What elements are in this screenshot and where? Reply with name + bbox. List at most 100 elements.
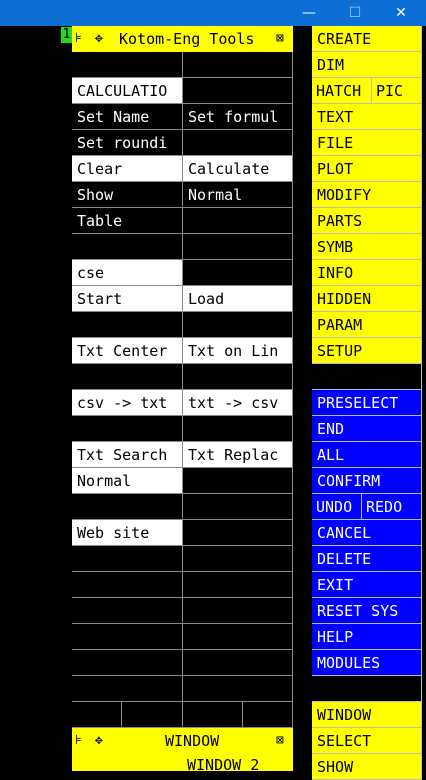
right-edge bbox=[422, 26, 426, 771]
tool-cell[interactable]: txt -> csv bbox=[183, 390, 293, 416]
tool-cell[interactable] bbox=[72, 312, 183, 338]
tool-cell[interactable] bbox=[183, 130, 293, 156]
menu-item-delete[interactable]: DELETE bbox=[312, 546, 422, 572]
tool-cell[interactable]: Calculate bbox=[183, 156, 293, 182]
tool-cell[interactable]: Txt Replac bbox=[183, 442, 293, 468]
tool-cell[interactable] bbox=[72, 364, 183, 390]
menu-item-hidden[interactable]: HIDDEN bbox=[312, 286, 422, 312]
menu-item-confirm[interactable]: CONFIRM bbox=[312, 468, 422, 494]
tool-cell[interactable] bbox=[72, 598, 183, 624]
menu-item-exit[interactable]: EXIT bbox=[312, 572, 422, 598]
tool-cell[interactable]: Set formul bbox=[183, 104, 293, 130]
menu-item-undo[interactable]: UNDO bbox=[312, 494, 362, 520]
menu-item-all[interactable]: ALL bbox=[312, 442, 422, 468]
window-panel-header[interactable]: ⊧ ✥ WINDOW ⊠ bbox=[72, 728, 293, 754]
tool-cell[interactable] bbox=[183, 546, 293, 572]
tool-cell[interactable] bbox=[72, 546, 183, 572]
tool-cell[interactable] bbox=[183, 650, 293, 676]
menu-item-help[interactable]: HELP bbox=[312, 624, 422, 650]
close-panel-icon[interactable]: ⊠ bbox=[276, 26, 284, 52]
pin-icon[interactable]: ⊧ bbox=[75, 728, 82, 754]
menu-item-window[interactable]: WINDOW bbox=[312, 702, 422, 728]
menu-item-setup[interactable]: SETUP bbox=[312, 338, 422, 364]
tool-cell[interactable]: CALCULATIO bbox=[72, 78, 183, 104]
tool-cell[interactable] bbox=[183, 572, 293, 598]
menu-item-parts[interactable]: PARTS bbox=[312, 208, 422, 234]
tool-cell[interactable] bbox=[183, 520, 293, 546]
tool-cell[interactable]: Txt on Lin bbox=[183, 338, 293, 364]
move-icon[interactable]: ✥ bbox=[95, 26, 103, 52]
tool-cell[interactable] bbox=[183, 416, 293, 442]
tool-cell[interactable] bbox=[72, 416, 183, 442]
tool-cell[interactable] bbox=[183, 312, 293, 338]
menu-item-modules[interactable]: MODULES bbox=[312, 650, 422, 676]
menu-item-redo[interactable]: REDO bbox=[362, 494, 422, 520]
menu-item-symb[interactable]: SYMB bbox=[312, 234, 422, 260]
menu-item-show[interactable]: SHOW bbox=[312, 754, 422, 780]
maximize-button[interactable]: ☐ bbox=[332, 0, 378, 26]
menu-item-modify[interactable]: MODIFY bbox=[312, 182, 422, 208]
tool-cell[interactable]: Txt Search bbox=[72, 442, 183, 468]
tool-cell[interactable]: Table bbox=[72, 208, 183, 234]
tool-cell[interactable]: Set roundi bbox=[72, 130, 183, 156]
tool-cell[interactable]: Set Name bbox=[72, 104, 183, 130]
tool-cell[interactable] bbox=[183, 52, 293, 78]
tool-cell[interactable] bbox=[183, 208, 293, 234]
tool-cell[interactable]: Clear bbox=[72, 156, 183, 182]
menu-item-dim[interactable]: DIM bbox=[312, 52, 422, 78]
menu-item-file[interactable]: FILE bbox=[312, 130, 422, 156]
minimize-button[interactable]: — bbox=[286, 0, 332, 26]
drawing-area[interactable] bbox=[0, 26, 72, 771]
tool-cell[interactable] bbox=[183, 676, 293, 702]
tool-cell[interactable]: Web site bbox=[72, 520, 183, 546]
tool-cell[interactable]: Normal bbox=[72, 468, 183, 494]
tool-cell[interactable] bbox=[183, 494, 293, 520]
tool-cell[interactable] bbox=[183, 260, 293, 286]
tool-cell[interactable]: cse bbox=[72, 260, 183, 286]
menu-item-create[interactable]: CREATE bbox=[312, 26, 422, 52]
tool-cell[interactable]: Load bbox=[183, 286, 293, 312]
tool-panel-header[interactable]: ⊧ ✥ Kotom-Eng Tools ⊠ bbox=[72, 26, 293, 52]
menu-item-select[interactable]: SELECT bbox=[312, 728, 422, 754]
menu-item-cancel[interactable]: CANCEL bbox=[312, 520, 422, 546]
menu-item-param[interactable]: PARAM bbox=[312, 312, 422, 338]
tool-cell[interactable] bbox=[72, 52, 183, 78]
tool-cell[interactable]: Show bbox=[72, 182, 183, 208]
close-panel-icon[interactable]: ⊠ bbox=[276, 728, 284, 754]
close-window-button[interactable]: ✕ bbox=[378, 0, 424, 26]
tool-cell[interactable] bbox=[183, 234, 293, 260]
tool-cell[interactable] bbox=[72, 234, 183, 260]
panel-gap bbox=[293, 26, 312, 771]
tool-cell[interactable] bbox=[72, 676, 183, 702]
tool-subcell[interactable] bbox=[72, 702, 122, 728]
tool-cell[interactable] bbox=[183, 78, 293, 104]
move-icon[interactable]: ✥ bbox=[95, 728, 103, 754]
tool-cell[interactable] bbox=[72, 624, 183, 650]
menu-item-hatch[interactable]: HATCH bbox=[312, 78, 372, 104]
menu-item-info[interactable]: INFO bbox=[312, 260, 422, 286]
tool-cell[interactable] bbox=[183, 598, 293, 624]
window-2-button[interactable]: WINDOW 2 bbox=[72, 754, 293, 774]
tool-subcell[interactable] bbox=[122, 702, 183, 728]
tool-cell[interactable]: Txt Center bbox=[72, 338, 183, 364]
menu-item-text[interactable]: TEXT bbox=[312, 104, 422, 130]
menu-item-pic[interactable]: PIC bbox=[372, 78, 422, 104]
menu-item-end[interactable]: END bbox=[312, 416, 422, 442]
pin-icon[interactable]: ⊧ bbox=[75, 26, 82, 52]
menu-item-reset-sys[interactable]: RESET SYS bbox=[312, 598, 422, 624]
tool-subcell[interactable] bbox=[243, 702, 293, 728]
menu-item-plot[interactable]: PLOT bbox=[312, 156, 422, 182]
tool-cell[interactable]: Start bbox=[72, 286, 183, 312]
tool-cell[interactable] bbox=[72, 494, 183, 520]
tool-cell[interactable] bbox=[183, 624, 293, 650]
minimize-icon: — bbox=[302, 5, 316, 21]
tool-cell[interactable] bbox=[72, 650, 183, 676]
tool-cell[interactable] bbox=[183, 364, 293, 390]
maximize-icon: ☐ bbox=[348, 5, 362, 21]
tool-cell[interactable] bbox=[72, 572, 183, 598]
tool-cell[interactable]: Normal bbox=[183, 182, 293, 208]
menu-item-preselect[interactable]: PRESELECT bbox=[312, 390, 422, 416]
tool-subcell[interactable] bbox=[183, 702, 243, 728]
tool-cell[interactable]: csv -> txt bbox=[72, 390, 183, 416]
tool-cell[interactable] bbox=[183, 468, 293, 494]
